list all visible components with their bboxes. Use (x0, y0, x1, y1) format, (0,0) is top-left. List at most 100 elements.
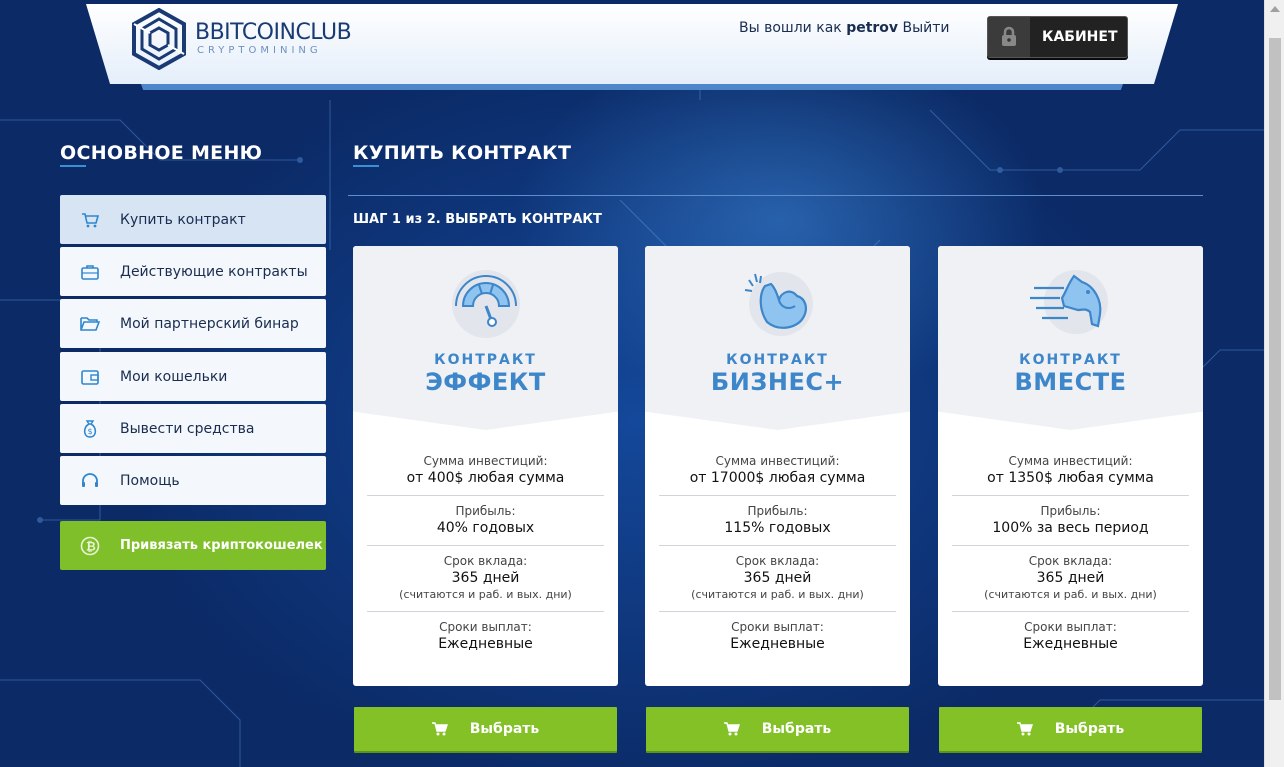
cabinet-button[interactable]: КАБИНЕТ (987, 16, 1128, 58)
sidebar-item-label: Купить контракт (120, 211, 246, 228)
bitcoin-icon: ₿ (60, 536, 120, 556)
profit-value: 100% за весь период (992, 520, 1149, 536)
sidebar-item-label: Мой партнерский бинар (120, 315, 299, 332)
profit-value: 40% годовых (436, 520, 535, 536)
term-value: 365 дней (743, 570, 812, 586)
term-label: Срок вклада: (1028, 554, 1113, 568)
payout-value: Ежедневные (1023, 636, 1118, 652)
profit-row: Прибыль: 115% годовых (659, 496, 896, 546)
card-name: ВМЕСТЕ (1014, 368, 1127, 396)
payout-row: Сроки выплат: Ежедневные (367, 612, 604, 661)
logged-in-prefix: Вы вошли как (739, 20, 842, 36)
link-crypto-wallet-button[interactable]: ₿ Привязать криптокошелек (60, 521, 326, 570)
payout-label: Сроки выплат: (439, 620, 532, 634)
muscle-arm-icon (744, 272, 813, 336)
sidebar-item-wallets[interactable]: Мои кошельки (60, 352, 326, 401)
briefcase-icon (60, 264, 120, 280)
sidebar-item-active-contracts[interactable]: Действующие контракты (60, 247, 326, 296)
step-indicator: ШАГ 1 из 2. ВЫБРАТЬ КОНТРАКТ (353, 212, 602, 227)
sidebar-item-withdraw[interactable]: $ Вывести средства (60, 404, 326, 453)
payout-label: Сроки выплат: (731, 620, 824, 634)
profit-row: Прибыль: 40% годовых (367, 496, 604, 546)
invest-value: от 17000$ любая сумма (689, 470, 866, 486)
select-together-button[interactable]: Выбрать (939, 707, 1202, 751)
select-label: Выбрать (761, 721, 832, 737)
profit-value: 115% годовых (724, 520, 831, 536)
folder-icon (60, 316, 120, 332)
term-value: 365 дней (1036, 570, 1105, 586)
lock-icon (988, 17, 1030, 57)
sidebar-item-help[interactable]: Помощь (60, 456, 326, 505)
invest-row: Сумма инвестиций: от 17000$ любая сумма (659, 446, 896, 496)
link-crypto-wallet-label: Привязать криптокошелек (120, 538, 323, 553)
term-note: (считаются и раб. и вых. дни) (691, 588, 864, 601)
card-kind: КОНТРАКТ (434, 352, 537, 368)
page-title-underline (353, 165, 379, 167)
wallet-icon (60, 369, 120, 385)
term-label: Срок вклада: (443, 554, 528, 568)
logo[interactable]: BBITCOINCLUB CRYPTOMINING (131, 8, 352, 70)
contract-card-business: КОНТРАКТ БИЗНЕС+ Сумма инвестиций: от 17… (645, 246, 910, 686)
select-label: Выбрать (1054, 721, 1125, 737)
cart-icon (431, 722, 448, 736)
sidebar-title-underline (60, 165, 86, 167)
sidebar-item-label: Помощь (120, 472, 180, 489)
invest-row: Сумма инвестиций: от 1350$ любая сумма (952, 446, 1189, 496)
card-kind: КОНТРАКТ (1019, 352, 1122, 368)
svg-text:₿: ₿ (86, 539, 96, 553)
scrollbar-thumb[interactable] (1269, 38, 1281, 700)
cart-icon (723, 722, 740, 736)
invest-label: Сумма инвестиций: (1008, 454, 1133, 468)
invest-value: от 400$ любая сумма (406, 470, 565, 486)
select-label: Выбрать (469, 721, 540, 737)
term-row: Срок вклада: 365 дней (считаются и раб. … (367, 546, 604, 612)
headset-icon (60, 472, 120, 489)
term-note: (считаются и раб. и вых. дни) (984, 588, 1157, 601)
term-label: Срок вклада: (735, 554, 820, 568)
cart-icon (60, 212, 120, 228)
sidebar-item-label: Вывести средства (120, 420, 255, 437)
user-status: Вы вошли как petrov Выйти (739, 20, 950, 36)
sidebar-item-label: Действующие контракты (120, 263, 308, 280)
cart-icon (1016, 722, 1033, 736)
logo-hexagon-icon (132, 8, 186, 70)
payout-value: Ежедневные (730, 636, 825, 652)
profit-label: Прибыль: (455, 504, 516, 518)
profit-label: Прибыль: (747, 504, 808, 518)
payout-row: Сроки выплат: Ежедневные (659, 612, 896, 661)
profit-row: Прибыль: 100% за весь период (952, 496, 1189, 546)
card-name: ЭФФЕКТ (425, 368, 546, 396)
invest-label: Сумма инвестиций: (715, 454, 840, 468)
invest-label: Сумма инвестиций: (423, 454, 548, 468)
cabinet-label: КАБИНЕТ (1042, 29, 1118, 45)
contract-card-together: КОНТРАКТ ВМЕСТЕ Сумма инвестиций: от 135… (938, 246, 1203, 686)
term-note: (считаются и раб. и вых. дни) (399, 588, 572, 601)
payout-label: Сроки выплат: (1024, 620, 1117, 634)
speedometer-icon (451, 270, 520, 338)
logout-link[interactable]: Выйти (903, 20, 950, 36)
invest-row: Сумма инвестиций: от 400$ любая сумма (367, 446, 604, 496)
scroll-up-arrow-icon[interactable] (1270, 6, 1280, 12)
payout-value: Ежедневные (438, 636, 533, 652)
money-bag-icon: $ (60, 419, 120, 438)
sidebar-item-buy-contract[interactable]: Купить контракт (60, 195, 326, 244)
payout-row: Сроки выплат: Ежедневные (952, 612, 1189, 661)
term-row: Срок вклада: 365 дней (считаются и раб. … (659, 546, 896, 612)
select-effect-button[interactable]: Выбрать (354, 707, 617, 751)
svg-text:$: $ (88, 427, 93, 436)
logo-subtitle: CRYPTOMINING (197, 45, 322, 56)
invest-value: от 1350$ любая сумма (987, 470, 1154, 486)
scrollbar[interactable] (1264, 0, 1284, 767)
username[interactable]: petrov (846, 20, 898, 36)
select-business-button[interactable]: Выбрать (646, 707, 909, 751)
term-row: Срок вклада: 365 дней (считаются и раб. … (952, 546, 1189, 612)
divider (348, 195, 1203, 196)
sidebar-item-label: Мои кошельки (120, 368, 228, 385)
card-name: БИЗНЕС+ (710, 368, 845, 396)
contract-card-effect: КОНТРАКТ ЭФФЕКТ Сумма инвестиций: от 400… (353, 246, 618, 686)
card-kind: КОНТРАКТ (726, 352, 829, 368)
sidebar-item-partner-binary[interactable]: Мой партнерский бинар (60, 299, 326, 348)
logo-name: BBITCOINCLUB (195, 20, 352, 45)
profit-label: Прибыль: (1040, 504, 1101, 518)
page-title: КУПИТЬ КОНТРАКТ (353, 142, 572, 164)
